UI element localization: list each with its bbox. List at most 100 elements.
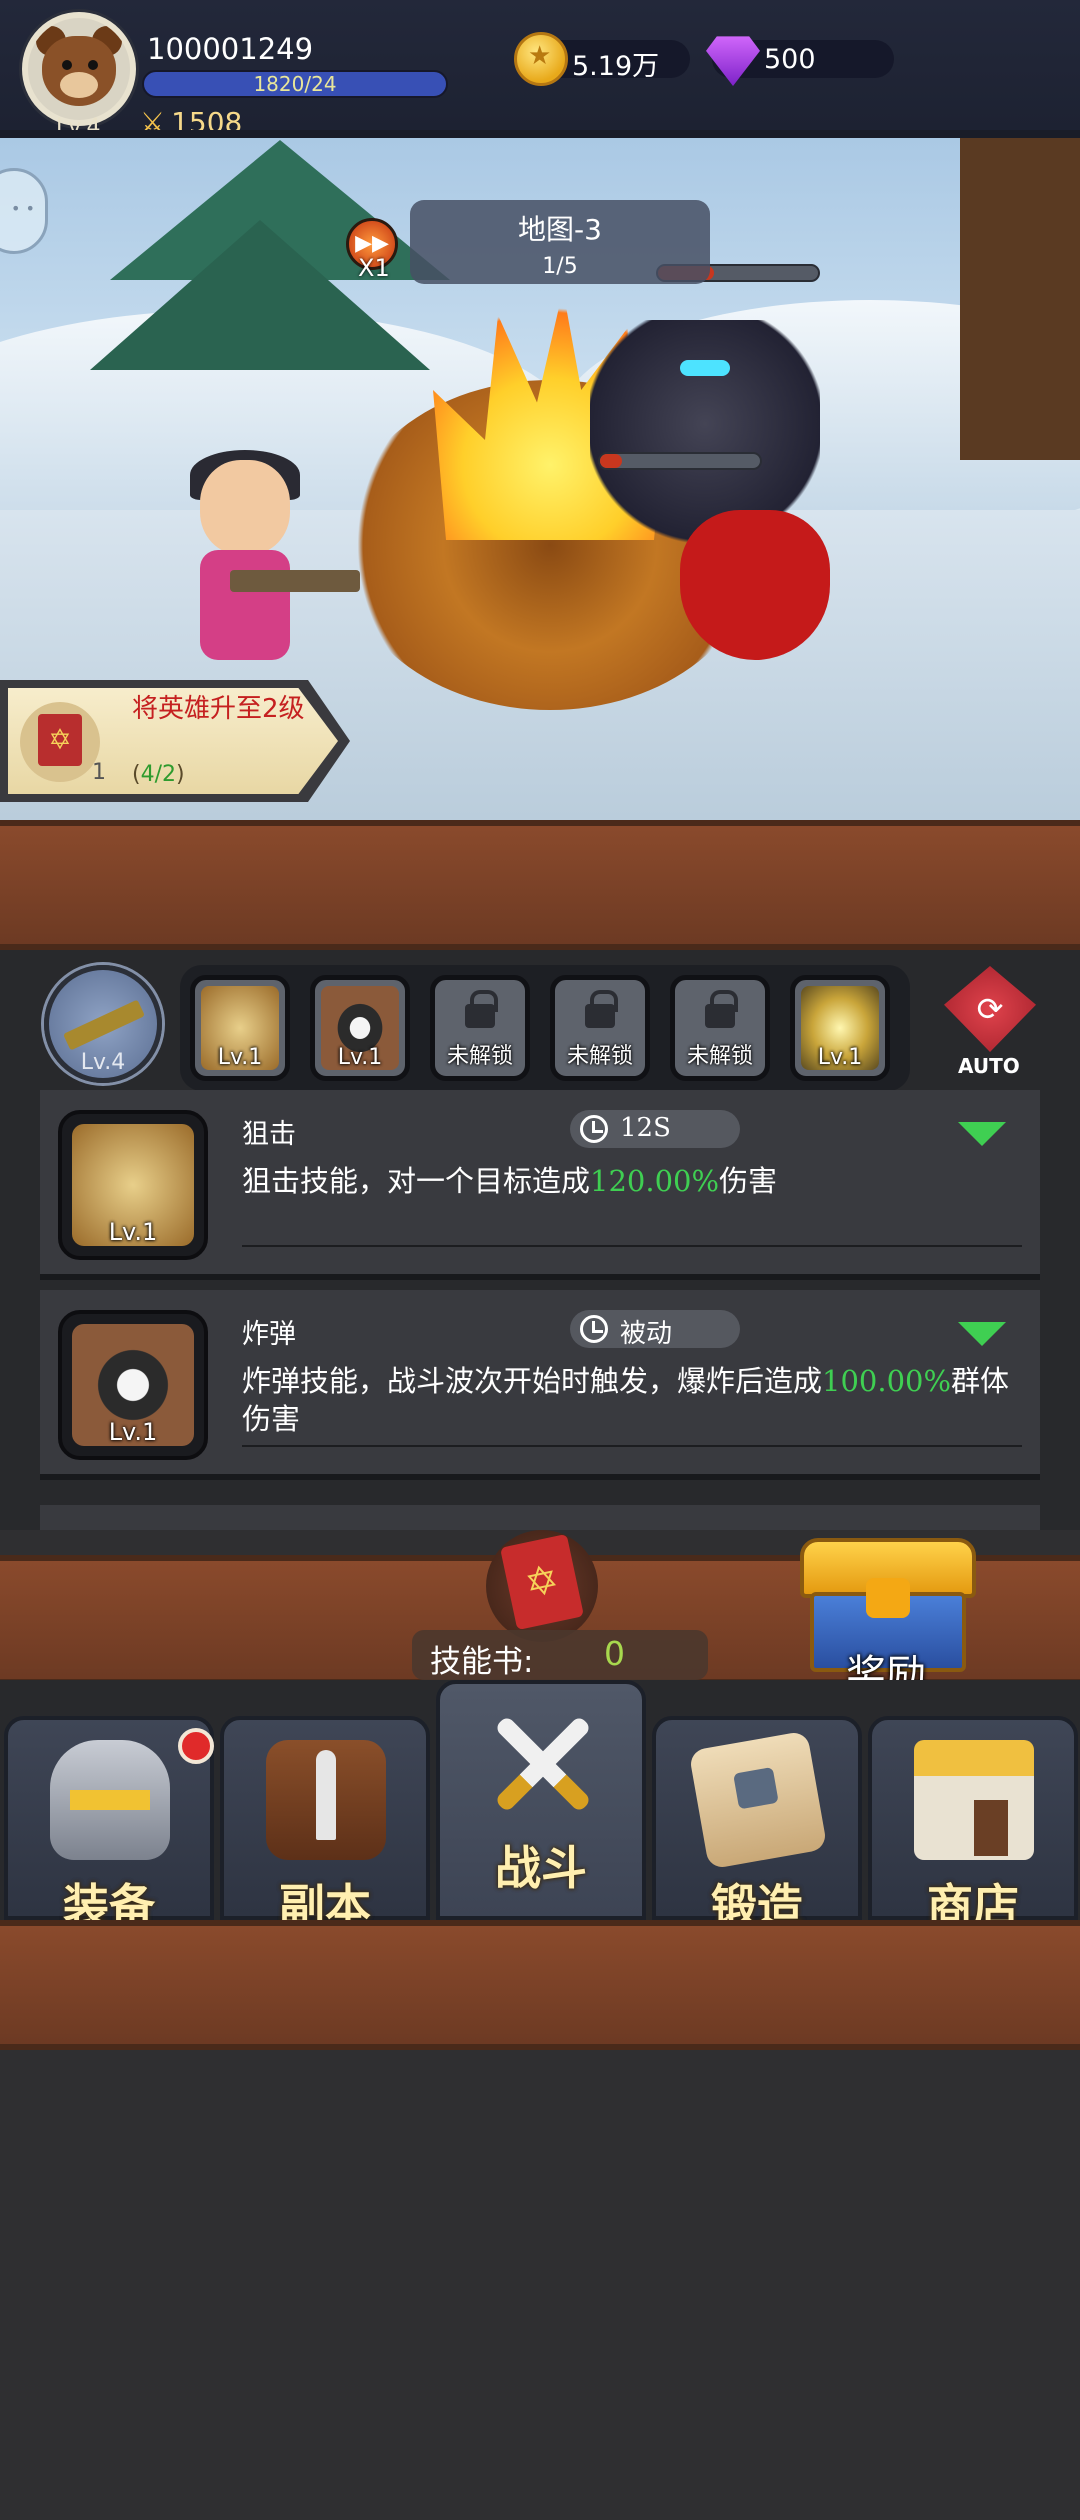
divider xyxy=(242,1245,1022,1247)
skill-slot-bomb[interactable]: Lv.1 xyxy=(310,975,410,1081)
divider xyxy=(242,1445,1022,1447)
skill-slot-lightning[interactable]: Lv.1 xyxy=(790,975,890,1081)
skill-book-area: 技能书: 0 奖励 xyxy=(0,1530,1080,1698)
refresh-icon: ⟳ xyxy=(976,990,1004,1028)
skill-card-level: Lv.1 xyxy=(108,1418,158,1446)
auto-label: AUTO xyxy=(958,1054,1020,1078)
skill-card-icon: Lv.1 xyxy=(58,1110,208,1260)
map-title: 地图-3 xyxy=(518,213,602,246)
skill-desc-value: 100.00% xyxy=(822,1364,952,1398)
expand-arrow-icon[interactable] xyxy=(958,1322,1006,1346)
quest-progress: (4/2) xyxy=(132,762,185,787)
skill-book-icon[interactable] xyxy=(486,1530,598,1642)
wave-counter: 1/5 xyxy=(542,254,578,279)
skill-slot-label: 未解锁 xyxy=(446,1044,513,1069)
bottom-nav: 装备 副本 战斗 锻造 商店 xyxy=(0,1680,1080,1933)
quest-progress-close: ) xyxy=(176,762,185,787)
quest-progress-value: 4/2 xyxy=(140,762,176,787)
skill-desc-text: 炸弹技能，战斗波次开始时触发，爆炸后造成 xyxy=(242,1364,823,1398)
skill-slot-sniper[interactable]: Lv.1 xyxy=(190,975,290,1081)
skill-desc-value: 120.00% xyxy=(590,1164,720,1198)
bear-eye-right xyxy=(88,60,98,70)
notification-dot xyxy=(178,1728,214,1764)
xp-text: 1820/24 xyxy=(253,72,337,96)
skill-name: 狙击 xyxy=(242,1119,296,1150)
cooldown-text: 12S xyxy=(620,1113,671,1143)
chest-clasp xyxy=(866,1578,910,1618)
sword-badge-icon xyxy=(266,1740,386,1860)
auto-button[interactable]: ⟳ xyxy=(944,966,1036,1052)
skill-card-level: Lv.1 xyxy=(108,1218,158,1246)
weapon-level: Lv.4 xyxy=(80,1050,126,1075)
player-avatar[interactable] xyxy=(22,12,136,126)
skill-book-value: 0 xyxy=(604,1634,625,1673)
gem-value: 500 xyxy=(764,44,816,75)
top-hud: Lv.4 100001249 1820/24 ⚔1508 5.19万 500 xyxy=(0,0,1080,140)
skill-desc-text: 伤害 xyxy=(719,1164,778,1198)
cooldown-pill: 12S xyxy=(570,1110,740,1148)
skill-book-icon xyxy=(20,702,100,782)
empty-area xyxy=(0,2050,1080,2520)
hero-head xyxy=(200,460,290,555)
skill-card-partial[interactable] xyxy=(40,1505,1040,1530)
clock-icon xyxy=(580,1315,608,1343)
skill-slot-locked[interactable]: 未解锁 xyxy=(670,975,770,1081)
cooldown-text: 被动 xyxy=(620,1319,673,1349)
tab-battle[interactable]: 战斗 xyxy=(436,1680,646,1920)
quest-item-count: 1 xyxy=(92,760,106,785)
scroll-icon xyxy=(688,1730,828,1870)
tree-trunk xyxy=(960,130,1080,460)
skill-description: 炸弹技能，战斗波次开始时触发，爆炸后造成100.00%群体伤害 xyxy=(242,1362,1022,1438)
hero-character xyxy=(170,450,360,680)
map-info: 地图-3 1/5 xyxy=(410,200,710,284)
hero-body xyxy=(200,550,290,660)
crossed-swords-icon xyxy=(482,1704,602,1824)
gold-coin-icon xyxy=(514,32,568,86)
skill-slot-locked[interactable]: 未解锁 xyxy=(550,975,650,1081)
helmet-icon xyxy=(50,1740,170,1860)
player-level: Lv.4 xyxy=(56,115,101,140)
skill-panel: Lv.4 Lv.1 Lv.1 未解锁 未解锁 未解锁 Lv.1 ⟳ AUTO L… xyxy=(0,950,1080,1530)
skill-card-icon: Lv.1 xyxy=(58,1310,208,1460)
skill-slot-label: 未解锁 xyxy=(566,1044,633,1069)
gold-counter[interactable]: 5.19万 xyxy=(514,32,690,86)
tab-equipment[interactable]: 装备 xyxy=(4,1716,214,1933)
clock-icon xyxy=(580,1115,608,1143)
wood-divider xyxy=(0,820,1080,950)
xp-bar: 1820/24 xyxy=(142,70,448,98)
enemy-glowing-eyes xyxy=(680,360,730,376)
tab-dungeon[interactable]: 副本 xyxy=(220,1716,430,1933)
weapon-slot[interactable]: Lv.4 xyxy=(44,965,162,1083)
skill-card-sniper[interactable]: Lv.1 狙击 12S 狙击技能，对一个目标造成120.00%伤害 xyxy=(40,1090,1040,1280)
skill-book-label: 技能书: xyxy=(430,1644,534,1680)
skill-slot-label: Lv.1 xyxy=(217,1045,263,1070)
skill-slot-label: Lv.1 xyxy=(817,1045,863,1070)
enemy-hp-bar xyxy=(598,452,762,470)
skill-name: 炸弹 xyxy=(242,1319,296,1350)
lock-icon xyxy=(705,990,738,1028)
combat-power: ⚔ 1508 xyxy=(140,106,242,139)
quest-text: 将英雄升至2级 xyxy=(132,694,305,724)
red-beast-enemy xyxy=(680,510,830,660)
lock-icon xyxy=(465,990,498,1028)
gold-value: 5.19万 xyxy=(572,51,660,82)
cooldown-pill: 被动 xyxy=(570,1310,740,1349)
tab-forge[interactable]: 锻造 xyxy=(652,1716,862,1933)
expand-arrow-icon[interactable] xyxy=(958,1122,1006,1146)
speed-label: X1 xyxy=(358,254,390,282)
skill-slot-locked[interactable]: 未解锁 xyxy=(430,975,530,1081)
crossed-swords-icon: ⚔ xyxy=(140,106,166,139)
gem-counter[interactable]: 500 xyxy=(706,36,894,86)
bear-eye-left xyxy=(62,60,72,70)
rifle-icon xyxy=(63,999,145,1051)
lock-icon xyxy=(585,990,618,1028)
tab-shop[interactable]: 商店 xyxy=(868,1716,1078,1933)
tab-label: 战斗 xyxy=(495,1841,587,1895)
skill-card-bomb[interactable]: Lv.1 炸弹 被动 炸弹技能，战斗波次开始时触发，爆炸后造成100.00%群体… xyxy=(40,1290,1040,1480)
bear-snout xyxy=(60,72,98,98)
skill-slot-label: 未解锁 xyxy=(686,1044,753,1069)
skill-slot-bar: Lv.1 Lv.1 未解锁 未解锁 未解锁 Lv.1 xyxy=(180,965,910,1091)
skill-desc-text: 狙击技能，对一个目标造成 xyxy=(242,1164,591,1198)
enemy-hp-fill xyxy=(600,454,623,468)
combat-power-value: 1508 xyxy=(171,106,243,139)
